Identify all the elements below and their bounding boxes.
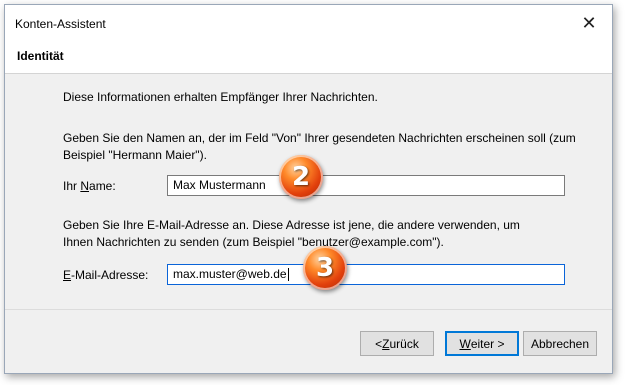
text-caret [287, 268, 289, 282]
email-help-text: Geben Sie Ihre E-Mail-Adresse an. Diese … [63, 218, 520, 249]
page-title: Identität [17, 49, 64, 63]
button-divider [5, 309, 612, 310]
annotation-badge-2: 2 [279, 155, 323, 199]
window-title: Konten-Assistent [15, 17, 106, 31]
title-bar: Konten-Assistent ✕ [5, 5, 612, 43]
next-button[interactable]: Weiter > [445, 331, 519, 356]
annotation-badge-3: 3 [303, 246, 347, 290]
back-button[interactable]: < Zurück [360, 331, 434, 356]
close-icon: ✕ [581, 12, 597, 33]
intro-text: Diese Informationen erhalten Empfänger I… [63, 90, 378, 104]
email-input[interactable]: max.muster@web.de [167, 264, 565, 285]
email-input-value: max.muster@web.de [173, 267, 287, 281]
cancel-button[interactable]: Abbrechen [523, 331, 597, 356]
close-button[interactable]: ✕ [566, 5, 612, 41]
name-input[interactable]: Max Mustermann [167, 175, 565, 196]
name-help-text: Geben Sie den Namen an, der im Feld "Von… [63, 131, 576, 162]
name-label: Ihr Name: [63, 179, 116, 193]
email-label: E-Mail-Adresse: [63, 268, 149, 282]
wizard-content: Diese Informationen erhalten Empfänger I… [5, 74, 612, 373]
page-header: Identität [5, 43, 612, 74]
